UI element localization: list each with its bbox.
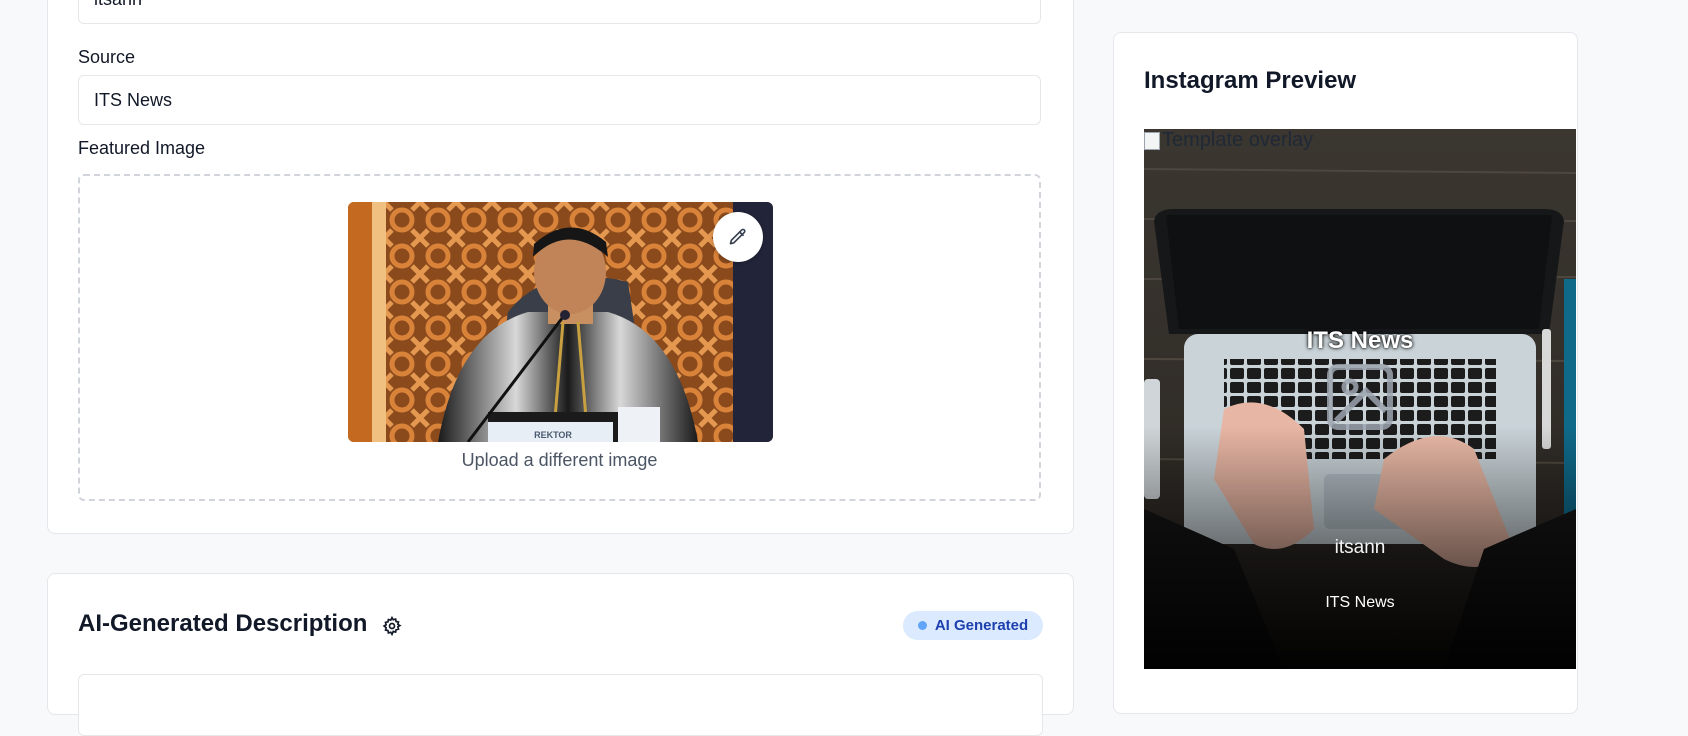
- source-input[interactable]: [78, 75, 1041, 125]
- gear-icon: [382, 616, 402, 636]
- preview-source: ITS News: [1325, 594, 1395, 611]
- featured-image-preview[interactable]: REKTOR: [348, 202, 773, 442]
- pencil-icon: [729, 228, 746, 245]
- edit-image-button[interactable]: [713, 212, 763, 262]
- ai-generated-badge-label: AI Generated: [934, 617, 1029, 634]
- nameplate-text: REKTOR: [534, 430, 572, 440]
- preview-author: itsann: [1334, 537, 1386, 558]
- description-textarea[interactable]: [78, 674, 1043, 736]
- instagram-preview-card: Instagram Preview Template overlay ITS N…: [1113, 32, 1578, 714]
- ai-generated-badge: AI Generated: [903, 611, 1043, 640]
- template-overlay-alt-text: Template overlay: [1162, 129, 1314, 151]
- featured-photo: REKTOR: [348, 202, 773, 442]
- template-overlay-image: Template overlay: [1144, 129, 1313, 152]
- ai-description-title: AI-Generated Description: [78, 610, 368, 637]
- description-settings-button[interactable]: [380, 614, 404, 638]
- instagram-preview-frame: Template overlay ITS News itsann ITS New…: [1144, 129, 1576, 669]
- preview-headline: ITS News: [1306, 327, 1414, 354]
- featured-image-label: Featured Image: [78, 138, 206, 158]
- author-input[interactable]: [78, 0, 1041, 24]
- article-form-card: Source Featured Image: [47, 0, 1074, 534]
- source-label: Source: [78, 47, 136, 67]
- preview-background-photo: [1144, 129, 1576, 669]
- image-dropzone[interactable]: REKTOR Upload a different image: [78, 174, 1041, 501]
- broken-image-icon: [1144, 131, 1160, 150]
- instagram-preview-title: Instagram Preview: [1144, 67, 1357, 94]
- upload-different-image-link[interactable]: Upload a different image: [80, 450, 1039, 471]
- badge-dot: [917, 621, 927, 630]
- ai-description-card: AI-Generated Description AI Generated: [47, 573, 1074, 736]
